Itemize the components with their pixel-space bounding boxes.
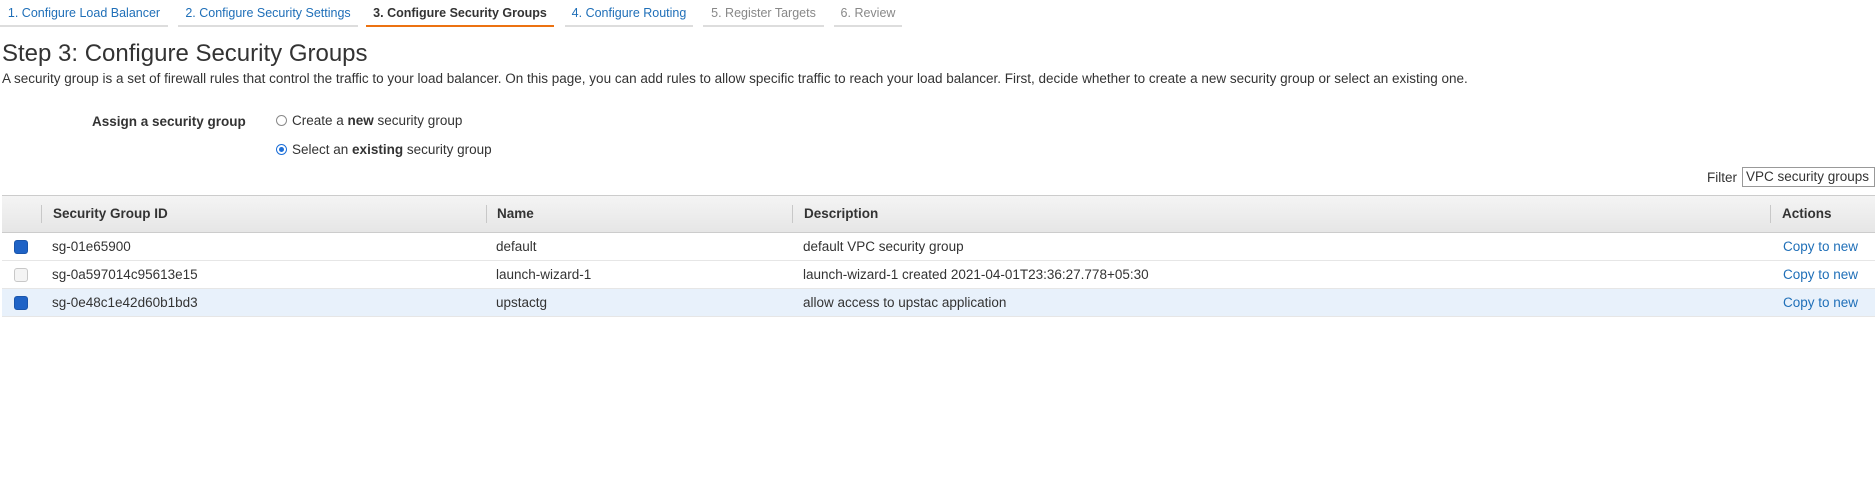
filter-label: Filter — [1707, 170, 1737, 185]
select-existing-label: Select an existing security group — [292, 142, 492, 157]
select-existing-label-bold: existing — [352, 142, 404, 157]
row-description: default VPC security group — [803, 239, 964, 254]
row-name: default — [496, 239, 537, 254]
header-separator — [792, 205, 793, 223]
row-checkbox[interactable] — [14, 240, 28, 254]
copy-to-new-link[interactable]: Copy to new — [1783, 289, 1858, 316]
copy-to-new-link[interactable]: Copy to new — [1783, 233, 1858, 260]
header-name[interactable]: Name — [497, 196, 534, 232]
wizard-tabs: 1. Configure Load Balancer 2. Configure … — [0, 0, 1875, 30]
header-security-group-id[interactable]: Security Group ID — [53, 196, 168, 232]
header-separator — [486, 205, 487, 223]
row-name: launch-wizard-1 — [496, 267, 592, 282]
table-row[interactable]: sg-01e65900 default default VPC security… — [2, 233, 1875, 261]
page-title: Step 3: Configure Security Groups — [2, 40, 368, 67]
tab-configure-security-groups[interactable]: 3. Configure Security Groups — [366, 0, 554, 27]
row-security-group-id: sg-0a597014c95613e15 — [52, 267, 198, 282]
security-groups-table: Security Group ID Name Description Actio… — [2, 195, 1875, 317]
header-description[interactable]: Description — [804, 196, 878, 232]
copy-to-new-link[interactable]: Copy to new — [1783, 261, 1858, 288]
header-separator — [41, 205, 42, 223]
create-new-label-prefix: Create a — [292, 113, 348, 128]
create-new-security-group-option[interactable]: Create a new security group — [276, 113, 462, 128]
create-new-label-bold: new — [347, 113, 374, 128]
row-description: launch-wizard-1 created 2021-04-01T23:36… — [803, 267, 1149, 282]
row-description: allow access to upstac application — [803, 295, 1007, 310]
tab-review[interactable]: 6. Review — [834, 0, 902, 27]
table-header: Security Group ID Name Description Actio… — [2, 195, 1875, 233]
select-existing-security-group-option[interactable]: Select an existing security group — [276, 142, 492, 157]
row-security-group-id: sg-01e65900 — [52, 239, 131, 254]
select-existing-label-prefix: Select an — [292, 142, 353, 157]
tab-configure-routing[interactable]: 4. Configure Routing — [565, 0, 693, 27]
page-description: A security group is a set of firewall ru… — [2, 71, 1468, 86]
row-name: upstactg — [496, 295, 548, 310]
create-new-label-suffix: security group — [373, 113, 463, 128]
select-existing-label-suffix: security group — [403, 142, 492, 157]
create-new-radio[interactable] — [276, 115, 287, 126]
row-security-group-id: sg-0e48c1e42d60b1bd3 — [52, 295, 198, 310]
tab-configure-security-settings[interactable]: 2. Configure Security Settings — [178, 0, 358, 27]
header-separator — [1770, 205, 1771, 223]
page: 1. Configure Load Balancer 2. Configure … — [0, 0, 1875, 482]
filter-select[interactable]: VPC security groups — [1742, 167, 1875, 187]
row-checkbox[interactable] — [14, 296, 28, 310]
table-row[interactable]: sg-0e48c1e42d60b1bd3 upstactg allow acce… — [2, 289, 1875, 317]
table-row[interactable]: sg-0a597014c95613e15 launch-wizard-1 lau… — [2, 261, 1875, 289]
select-existing-radio[interactable] — [276, 144, 287, 155]
header-actions: Actions — [1782, 206, 1832, 221]
tab-configure-load-balancer[interactable]: 1. Configure Load Balancer — [0, 0, 168, 27]
assign-security-group-label: Assign a security group — [92, 114, 246, 129]
tab-register-targets[interactable]: 5. Register Targets — [703, 0, 824, 27]
create-new-label: Create a new security group — [292, 113, 462, 128]
row-checkbox[interactable] — [14, 268, 28, 282]
